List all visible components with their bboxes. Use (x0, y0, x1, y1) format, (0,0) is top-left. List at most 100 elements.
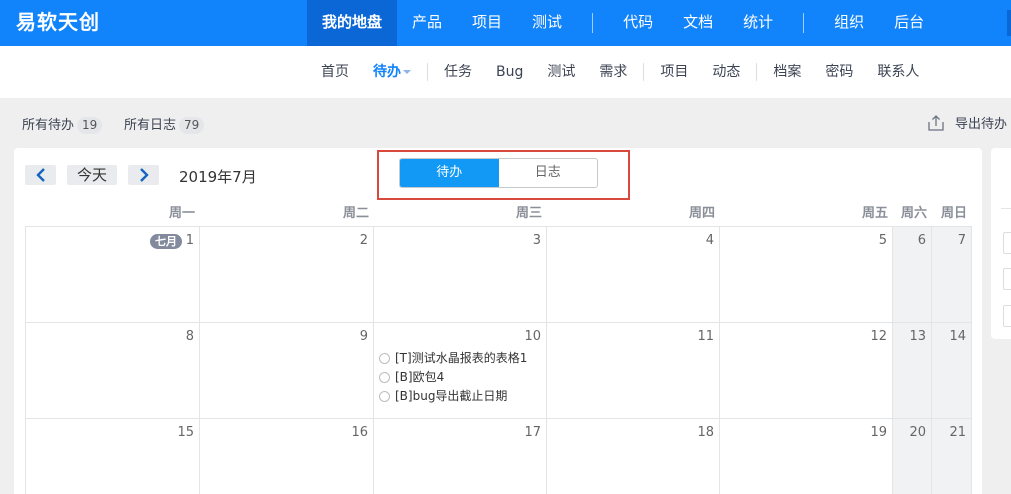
next-month-button[interactable] (128, 165, 159, 185)
calendar-day-cell[interactable]: 13 (893, 323, 932, 419)
main-nav-item[interactable]: 项目 (457, 0, 517, 46)
main-nav-item[interactable]: 后台 (879, 0, 939, 46)
subnav-item[interactable]: 项目 (648, 46, 700, 98)
calendar-grid: 1 七月 2 3 4 5 6 7 8 9 10 [T]测试水晶报表的表格1 [B]欧包4 [B]bug导出… (25, 226, 972, 494)
day-number: 12 (870, 329, 887, 344)
day-number: 6 (917, 233, 926, 248)
main-nav-item[interactable]: 统计 (728, 0, 788, 46)
calendar-day-cell[interactable]: 14 (932, 323, 972, 419)
circle-checkbox-icon[interactable] (379, 372, 390, 383)
today-button[interactable]: 今天 (67, 165, 117, 185)
main-nav-item[interactable]: 产品 (397, 0, 457, 46)
calendar-day-cell[interactable]: 10 [T]测试水晶报表的表格1 [B]欧包4 [B]bug导出截止日期 (374, 323, 547, 419)
circle-checkbox-icon[interactable] (379, 353, 390, 364)
day-number: 7 (957, 233, 966, 248)
calendar-day-cell[interactable]: 5 (720, 227, 893, 323)
calendar-day-cell[interactable]: 15 (26, 419, 200, 494)
calendar-day-cell[interactable]: 9 (200, 323, 374, 419)
day-number: 3 (532, 233, 541, 248)
calendar-day-cell[interactable]: 2 (200, 227, 374, 323)
subnav-item[interactable]: 动态 (700, 46, 752, 98)
todo-item[interactable]: [B]bug导出截止日期 (379, 387, 527, 406)
calendar-day-cell[interactable]: 3 (374, 227, 547, 323)
subnav-item[interactable]: 联系人 (865, 46, 931, 98)
day-number: 4 (705, 233, 714, 248)
weekday-header: 周日 (940, 206, 967, 221)
subnav-item-label: 密码 (825, 64, 854, 80)
todo-item[interactable]: [B]欧包4 (379, 368, 527, 387)
side-checkbox[interactable] (1003, 268, 1011, 290)
calendar-day-cell[interactable]: 12 (720, 323, 893, 419)
calendar-day-cell[interactable]: 16 (200, 419, 374, 494)
subnav-item-label: 联系人 (877, 64, 920, 80)
prev-month-button[interactable] (25, 165, 56, 185)
weekday-header: 周三 (515, 206, 542, 221)
side-checkbox[interactable] (1003, 305, 1011, 327)
filter-all-todo[interactable]: 所有待办 19 (22, 114, 103, 134)
top-navbar: 易软天创 我的地盘 产品 项目 测试 代码 文档 统计 组织 后台 (0, 0, 1011, 46)
sub-nav: 首页 待办 任务 Bug 测试 需求 项目 动态 档案 密码 联系人 (309, 46, 931, 98)
toggle-log[interactable]: 日志 (499, 159, 598, 187)
subnav-item[interactable]: 首页 (309, 46, 361, 98)
day-number: 11 (697, 329, 714, 344)
subnav-divider (756, 63, 758, 81)
export-icon (928, 114, 944, 131)
day-number: 5 (878, 233, 887, 248)
subnav-item-label: 首页 (321, 64, 349, 80)
chevron-right-icon (139, 168, 149, 182)
day-number: 17 (524, 425, 541, 440)
chevron-left-icon (35, 168, 45, 182)
weekday-header: 周二 (342, 206, 369, 221)
filter-all-todo-label: 所有待办 (22, 118, 75, 133)
main-nav-item[interactable]: 文档 (668, 0, 728, 46)
subnav-item[interactable]: Bug (484, 46, 535, 98)
calendar-day-cell[interactable]: 4 (547, 227, 720, 323)
subnav-item-label: 任务 (444, 64, 472, 80)
filter-all-log[interactable]: 所有日志 79 (124, 114, 205, 134)
subnav-item[interactable]: 测试 (535, 46, 587, 98)
sub-navbar: 首页 待办 任务 Bug 测试 需求 项目 动态 档案 密码 联系人 (0, 46, 1011, 98)
subnav-item-label: 需求 (599, 64, 628, 80)
day-number: 1 (185, 233, 194, 248)
subnav-item[interactable]: 待办 (361, 46, 423, 98)
subnav-item-label: 项目 (660, 64, 689, 80)
subnav-item[interactable]: 需求 (587, 46, 639, 98)
main-nav-item[interactable]: 组织 (819, 0, 879, 46)
day-number: 21 (949, 425, 966, 440)
subnav-item[interactable]: 档案 (761, 46, 813, 98)
calendar-day-cell[interactable]: 17 (374, 419, 547, 494)
day-number: 15 (177, 425, 194, 440)
main-nav-item[interactable]: 我的地盘 (307, 0, 398, 46)
main-nav-item[interactable]: 代码 (608, 0, 668, 46)
main-nav-item[interactable]: 测试 (517, 0, 577, 46)
calendar-day-cell[interactable]: 19 (720, 419, 893, 494)
month-title: 2019年7月 (179, 168, 257, 186)
subnav-item-label: 档案 (773, 64, 802, 80)
calendar-day-cell[interactable]: 8 (26, 323, 200, 419)
calendar-day-cell[interactable]: 1 七月 (26, 227, 200, 323)
weekday-header: 周五 (861, 206, 888, 221)
subnav-item-label: 测试 (547, 64, 576, 80)
todo-item[interactable]: [T]测试水晶报表的表格1 (379, 349, 527, 368)
main-nav: 我的地盘 产品 项目 测试 代码 文档 统计 组织 后台 (307, 0, 939, 46)
export-todo-button[interactable]: 导出待办 (927, 113, 1007, 132)
caret-down-icon (403, 70, 411, 74)
calendar-day-cell[interactable]: 20 (893, 419, 932, 494)
filter-all-log-label: 所有日志 (124, 118, 177, 133)
weekday-header: 周一 (168, 206, 195, 221)
calendar-day-cell[interactable]: 7 (932, 227, 972, 323)
day-number: 19 (870, 425, 887, 440)
calendar-day-cell[interactable]: 6 (893, 227, 932, 323)
calendar-day-cell[interactable]: 18 (547, 419, 720, 494)
subnav-item[interactable]: 密码 (813, 46, 865, 98)
top-right-widget[interactable] (1007, 10, 1011, 36)
brand-logo[interactable]: 易软天创 (16, 0, 100, 46)
toggle-todo[interactable]: 待办 (400, 159, 499, 187)
circle-checkbox-icon[interactable] (379, 391, 390, 402)
subnav-item[interactable]: 任务 (432, 46, 484, 98)
calendar-day-cell[interactable]: 21 (932, 419, 972, 494)
subnav-item-label: 动态 (712, 64, 741, 80)
side-checkbox[interactable] (1003, 232, 1011, 254)
calendar-day-cell[interactable]: 11 (547, 323, 720, 419)
export-todo-label: 导出待办 (954, 117, 1007, 132)
